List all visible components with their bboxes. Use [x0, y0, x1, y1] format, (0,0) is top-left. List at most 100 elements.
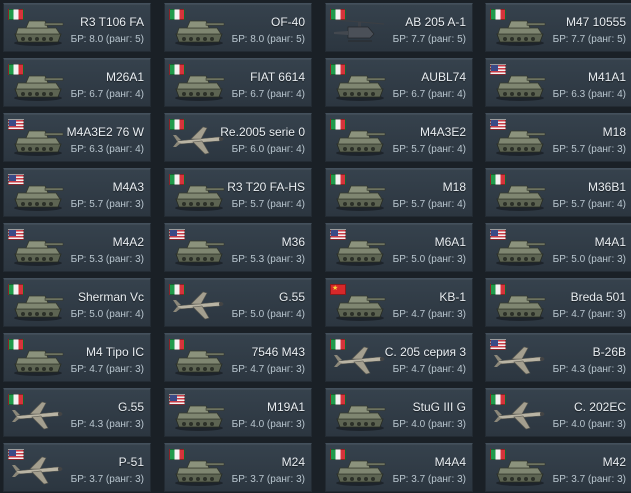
vehicle-card[interactable]: M19A1 БР: 4.0 (ранг: 3) — [164, 388, 312, 437]
vehicle-name: M4A4 — [434, 455, 466, 469]
vehicle-card[interactable]: M4 Tipo IC БР: 4.7 (ранг: 3) — [3, 333, 151, 382]
vehicle-card[interactable]: M6A1 БР: 5.0 (ранг: 3) — [325, 223, 473, 272]
vehicle-name: AB 205 A-1 — [405, 15, 466, 29]
vehicle-name: P-51 — [118, 455, 144, 469]
vehicle-name: FIAT 6614 — [250, 70, 305, 84]
italy-flag-icon — [169, 9, 185, 20]
italy-flag-icon — [490, 394, 506, 405]
battle-rating: БР: 5.3 (ранг: 3) — [231, 254, 305, 265]
battle-rating: БР: 5.7 (ранг: 4) — [392, 144, 466, 155]
vehicle-card[interactable]: G.55 БР: 4.3 (ранг: 3) — [3, 388, 151, 437]
vehicle-card[interactable]: M18 БР: 5.7 (ранг: 3) — [485, 113, 631, 162]
vehicle-card[interactable]: 7546 M43 БР: 4.7 (ранг: 3) — [164, 333, 312, 382]
battle-rating: БР: 4.0 (ранг: 3) — [392, 419, 466, 430]
vehicle-card[interactable]: FIAT 6614 БР: 6.7 (ранг: 4) — [164, 58, 312, 107]
vehicle-card[interactable]: OF-40 БР: 8.0 (ранг: 5) — [164, 3, 312, 52]
vehicle-card[interactable]: KB-1 БР: 4.7 (ранг: 3) — [325, 278, 473, 327]
vehicle-card[interactable]: Sherman Vc БР: 5.0 (ранг: 4) — [3, 278, 151, 327]
vehicle-card[interactable]: P-51 БР: 3.7 (ранг: 3) — [3, 443, 151, 492]
vehicle-card[interactable]: M41A1 БР: 6.3 (ранг: 4) — [485, 58, 631, 107]
battle-rating: БР: 6.7 (ранг: 4) — [392, 89, 466, 100]
usa-flag-icon — [490, 229, 506, 240]
vehicle-card[interactable]: B-26B БР: 4.3 (ранг: 3) — [485, 333, 631, 382]
vehicle-card[interactable]: R3 T106 FA БР: 8.0 (ранг: 5) — [3, 3, 151, 52]
vehicle-card[interactable]: M47 10555 БР: 7.7 (ранг: 5) — [485, 3, 631, 52]
vehicle-card[interactable]: StuG III G БР: 4.0 (ранг: 3) — [325, 388, 473, 437]
italy-flag-icon — [490, 174, 506, 185]
vehicle-card[interactable]: M36 БР: 5.3 (ранг: 3) — [164, 223, 312, 272]
vehicle-card[interactable]: G.55 БР: 5.0 (ранг: 4) — [164, 278, 312, 327]
vehicle-card[interactable]: R3 T20 FA-HS БР: 5.7 (ранг: 4) — [164, 168, 312, 217]
italy-flag-icon — [490, 9, 506, 20]
vehicle-name: M36 — [281, 235, 305, 249]
battle-rating: БР: 4.7 (ранг: 3) — [392, 309, 466, 320]
italy-flag-icon — [330, 394, 346, 405]
vehicle-card[interactable]: Breda 501 БР: 4.7 (ранг: 3) — [485, 278, 631, 327]
vehicle-card[interactable]: M4A3 БР: 5.7 (ранг: 3) — [3, 168, 151, 217]
usa-flag-icon — [330, 229, 346, 240]
vehicle-card[interactable]: M4A4 БР: 3.7 (ранг: 3) — [325, 443, 473, 492]
vehicle-name: M4 Tipo IC — [85, 345, 144, 359]
battle-rating: БР: 5.0 (ранг: 4) — [70, 309, 144, 320]
vehicle-card[interactable]: M18 БР: 5.7 (ранг: 4) — [325, 168, 473, 217]
italy-flag-icon — [330, 64, 346, 75]
vehicle-name: 7546 M43 — [251, 345, 305, 359]
vehicle-name: M4A3E2 76 W — [66, 125, 144, 139]
battle-rating: БР: 3.7 (ранг: 3) — [392, 474, 466, 485]
vehicle-name: M41A1 — [587, 70, 626, 84]
vehicle-name: M26A1 — [105, 70, 144, 84]
vehicle-name: M24 — [281, 455, 305, 469]
vehicle-name: M18 — [442, 180, 466, 194]
battle-rating: БР: 5.7 (ранг: 3) — [552, 144, 626, 155]
italy-flag-icon — [8, 284, 24, 295]
vehicle-card[interactable]: AB 205 A-1 БР: 7.7 (ранг: 5) — [325, 3, 473, 52]
usa-flag-icon — [8, 174, 24, 185]
vehicle-grid: R3 T106 FA БР: 8.0 (ранг: 5) OF-40 БР: 8.0 … — [0, 0, 631, 493]
italy-flag-icon — [169, 339, 185, 350]
battle-rating: БР: 4.3 (ранг: 3) — [70, 419, 144, 430]
vehicle-card[interactable]: Re.2005 serie 0 БР: 6.0 (ранг: 4) — [164, 113, 312, 162]
italy-flag-icon — [330, 119, 346, 130]
battle-rating: БР: 4.0 (ранг: 3) — [552, 419, 626, 430]
vehicle-name: M18 — [602, 125, 626, 139]
vehicle-card[interactable]: AUBL74 БР: 6.7 (ранг: 4) — [325, 58, 473, 107]
italy-flag-icon — [8, 64, 24, 75]
vehicle-card[interactable]: M42 БР: 3.7 (ранг: 3) — [485, 443, 631, 492]
battle-rating: БР: 4.7 (ранг: 4) — [392, 364, 466, 375]
vehicle-name: M42 — [602, 455, 626, 469]
vehicle-card[interactable]: M4A3E2 76 W БР: 6.3 (ранг: 4) — [3, 113, 151, 162]
battle-rating: БР: 7.7 (ранг: 5) — [552, 34, 626, 45]
battle-rating: БР: 4.7 (ранг: 3) — [552, 309, 626, 320]
vehicle-name: M36B1 — [587, 180, 626, 194]
italy-flag-icon — [169, 449, 185, 460]
battle-rating: БР: 6.7 (ранг: 4) — [70, 89, 144, 100]
italy-flag-icon — [330, 174, 346, 185]
vehicle-card[interactable]: M4A1 БР: 5.0 (ранг: 3) — [485, 223, 631, 272]
vehicle-name: Sherman Vc — [77, 290, 144, 304]
vehicle-name: B-26B — [592, 345, 626, 359]
vehicle-card[interactable]: M26A1 БР: 6.7 (ранг: 4) — [3, 58, 151, 107]
vehicle-card[interactable]: M4A2 БР: 5.3 (ранг: 3) — [3, 223, 151, 272]
vehicle-name: R3 T106 FA — [80, 15, 144, 29]
china-flag-icon — [330, 284, 346, 295]
vehicle-card[interactable]: M4A3E2 БР: 5.7 (ранг: 4) — [325, 113, 473, 162]
usa-flag-icon — [169, 394, 185, 405]
usa-flag-icon — [490, 64, 506, 75]
italy-flag-icon — [169, 64, 185, 75]
italy-flag-icon — [330, 449, 346, 460]
battle-rating: БР: 3.7 (ранг: 3) — [70, 474, 144, 485]
battle-rating: БР: 6.7 (ранг: 4) — [231, 89, 305, 100]
italy-flag-icon — [490, 284, 506, 295]
battle-rating: БР: 6.3 (ранг: 4) — [70, 144, 144, 155]
battle-rating: БР: 4.7 (ранг: 3) — [70, 364, 144, 375]
vehicle-name: G.55 — [278, 290, 305, 304]
vehicle-card[interactable]: M36B1 БР: 5.7 (ранг: 4) — [485, 168, 631, 217]
usa-flag-icon — [8, 449, 24, 460]
vehicle-name: M4A1 — [594, 235, 626, 249]
vehicle-card[interactable]: C. 205 серия 3 БР: 4.7 (ранг: 4) — [325, 333, 473, 382]
vehicle-card[interactable]: C. 202EC БР: 4.0 (ранг: 3) — [485, 388, 631, 437]
italy-flag-icon — [8, 9, 24, 20]
vehicle-card[interactable]: M24 БР: 3.7 (ранг: 3) — [164, 443, 312, 492]
battle-rating: БР: 8.0 (ранг: 5) — [231, 34, 305, 45]
battle-rating: БР: 5.7 (ранг: 3) — [70, 199, 144, 210]
